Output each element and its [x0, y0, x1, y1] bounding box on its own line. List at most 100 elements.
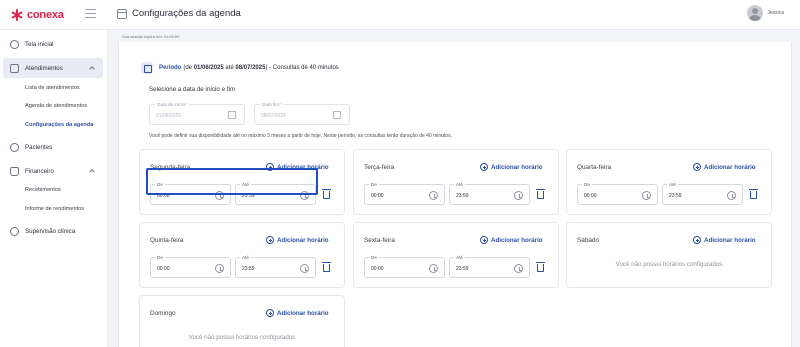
trash-icon[interactable] [536, 189, 545, 199]
date-range-heading: Selecione a data de início e fim [149, 86, 235, 93]
day-name: Sexta-feira [364, 237, 395, 244]
focus-ring [146, 168, 318, 195]
trash-icon[interactable] [536, 262, 545, 272]
clock-icon[interactable] [727, 191, 736, 200]
start-date-field[interactable]: Data de início* 01/06/2025 [149, 102, 245, 125]
add-time-button[interactable]: Adicionar horário [266, 309, 329, 317]
to-value: 23:59 [669, 193, 682, 199]
clock-icon[interactable] [300, 264, 309, 273]
to-time-field[interactable]: Até 23:59 [449, 182, 530, 205]
from-label: De [369, 182, 379, 187]
from-time-field[interactable]: De 00:00 [364, 255, 445, 278]
to-label: Até [667, 182, 678, 187]
add-time-label: Adicionar horário [704, 236, 756, 244]
day-name: Sábado [577, 237, 600, 244]
sidebar-item-label: Supervisão clínica [25, 227, 76, 235]
add-time-button[interactable]: Adicionar horário [693, 236, 756, 244]
day-card-quinta: Quinta-feira Adicionar horário De 00:00 … [139, 222, 345, 288]
chevron-up-icon [89, 66, 95, 72]
day-card-domingo: Domingo Adicionar horário Você não possu… [139, 295, 345, 347]
add-time-button[interactable]: Adicionar horário [693, 163, 756, 171]
add-time-button[interactable]: Adicionar horário [480, 163, 543, 171]
sidebar-item-pacientes[interactable]: Pacientes [3, 137, 103, 157]
to-time-field[interactable]: Até 23:59 [235, 255, 316, 278]
period-start: 01/06/2025 [193, 65, 224, 71]
day-name: Quarta-feira [577, 164, 612, 171]
from-value: 00:00 [371, 266, 384, 272]
calendar-icon [117, 8, 127, 19]
from-time-field[interactable]: De 00:00 [364, 182, 445, 205]
day-card-quarta: Quarta-feira Adicionar horário De 00:00 … [566, 149, 772, 215]
add-time-label: Adicionar horário [277, 236, 329, 244]
period-mid: até [225, 65, 234, 71]
trash-icon[interactable] [749, 189, 758, 199]
from-label: De [155, 255, 165, 260]
to-value: 23:59 [242, 266, 255, 272]
sidebar-item-supervisao-clinica[interactable]: Supervisão clínica [3, 221, 103, 241]
top-bar: conexa Configurações da agenda Jessica [0, 0, 800, 30]
from-time-field[interactable]: De 00:00 [150, 255, 231, 278]
clock-icon[interactable] [642, 191, 651, 200]
sidebar-subitem-lista-de-atendimentos[interactable]: Lista de atendimentos [25, 85, 80, 91]
end-date-value: 08/07/2025 [261, 113, 287, 119]
sidebar-item-financeiro[interactable]: Financeiro [3, 161, 103, 181]
from-value: 00:00 [584, 193, 597, 199]
logo-text: conexa [27, 9, 64, 21]
from-value: 00:00 [157, 266, 170, 272]
from-value: 00:00 [371, 193, 384, 199]
calendar-icon[interactable] [333, 111, 341, 119]
calendar-icon[interactable] [228, 111, 236, 119]
sidebar-item-label: Tela inicial [25, 40, 54, 48]
hamburger-menu-icon[interactable] [85, 9, 96, 18]
plus-circle-icon [480, 236, 488, 244]
to-label: Até [240, 255, 251, 260]
start-date-value: 01/06/2025 [156, 113, 182, 119]
clock-icon[interactable] [215, 264, 224, 273]
calendar-icon [10, 63, 19, 73]
user-name: Jessica [767, 10, 784, 16]
people-icon [10, 226, 19, 236]
sidebar-subitem-informe-de-rendimentos[interactable]: Informe de rendimentos [25, 206, 84, 212]
period-suffix: ) - Consultas de 40 minutos [265, 65, 339, 71]
end-date-field[interactable]: Data fim* 08/07/2025 [254, 102, 350, 125]
sidebar-subitem-agenda-de-atendimentos[interactable]: Agenda de atendimentos [25, 103, 87, 109]
trash-icon[interactable] [322, 262, 331, 272]
sidebar-subitem-configuracoes-da-agenda[interactable]: Configurações da agenda [25, 122, 93, 128]
clock-icon[interactable] [429, 264, 438, 273]
from-time-field[interactable]: De 00:00 [577, 182, 658, 205]
plus-circle-icon [266, 236, 274, 244]
clock-icon[interactable] [514, 191, 523, 200]
availability-hint: Você pode definir sua disponibilidade at… [149, 133, 452, 139]
to-time-field[interactable]: Até 23:59 [449, 255, 530, 278]
period-summary: Período (de 01/06/2025 até 08/07/2025 ) … [141, 62, 339, 74]
wallet-icon [10, 166, 19, 176]
page-header: Configurações da agenda [117, 8, 241, 19]
from-label: De [582, 182, 592, 187]
sidebar-item-tela-inicial[interactable]: Tela inicial [3, 34, 103, 54]
plus-circle-icon [693, 163, 701, 171]
period-prefix: (de [183, 65, 193, 71]
clock-icon[interactable] [429, 191, 438, 200]
user-menu[interactable]: Jessica [747, 5, 784, 21]
conexa-logo[interactable]: conexa [10, 8, 64, 22]
start-date-label: Data de início* [155, 102, 189, 107]
to-label: Até [454, 255, 465, 260]
chevron-up-icon [89, 169, 95, 175]
day-name: Quinta-feira [150, 237, 184, 244]
page-title: Configurações da agenda [132, 8, 241, 19]
to-time-field[interactable]: Até 23:59 [662, 182, 743, 205]
from-label: De [369, 255, 379, 260]
add-time-button[interactable]: Adicionar horário [266, 236, 329, 244]
add-time-button[interactable]: Adicionar horário [480, 236, 543, 244]
trash-icon[interactable] [322, 189, 331, 199]
day-card-sabado: Sábado Adicionar horário Você não possui… [566, 222, 772, 288]
sidebar-item-atendimentos[interactable]: Atendimentos [3, 58, 103, 78]
sidebar-subitem-recebimentos[interactable]: Recebimentos [25, 187, 61, 193]
end-date-label: Data fim* [260, 102, 283, 107]
add-time-label: Adicionar horário [704, 163, 756, 171]
clock-icon[interactable] [514, 264, 523, 273]
plus-circle-icon [266, 309, 274, 317]
period-label: Período [159, 65, 182, 71]
day-card-sexta: Sexta-feira Adicionar horário De 00:00 A… [353, 222, 559, 288]
to-label: Até [454, 182, 465, 187]
